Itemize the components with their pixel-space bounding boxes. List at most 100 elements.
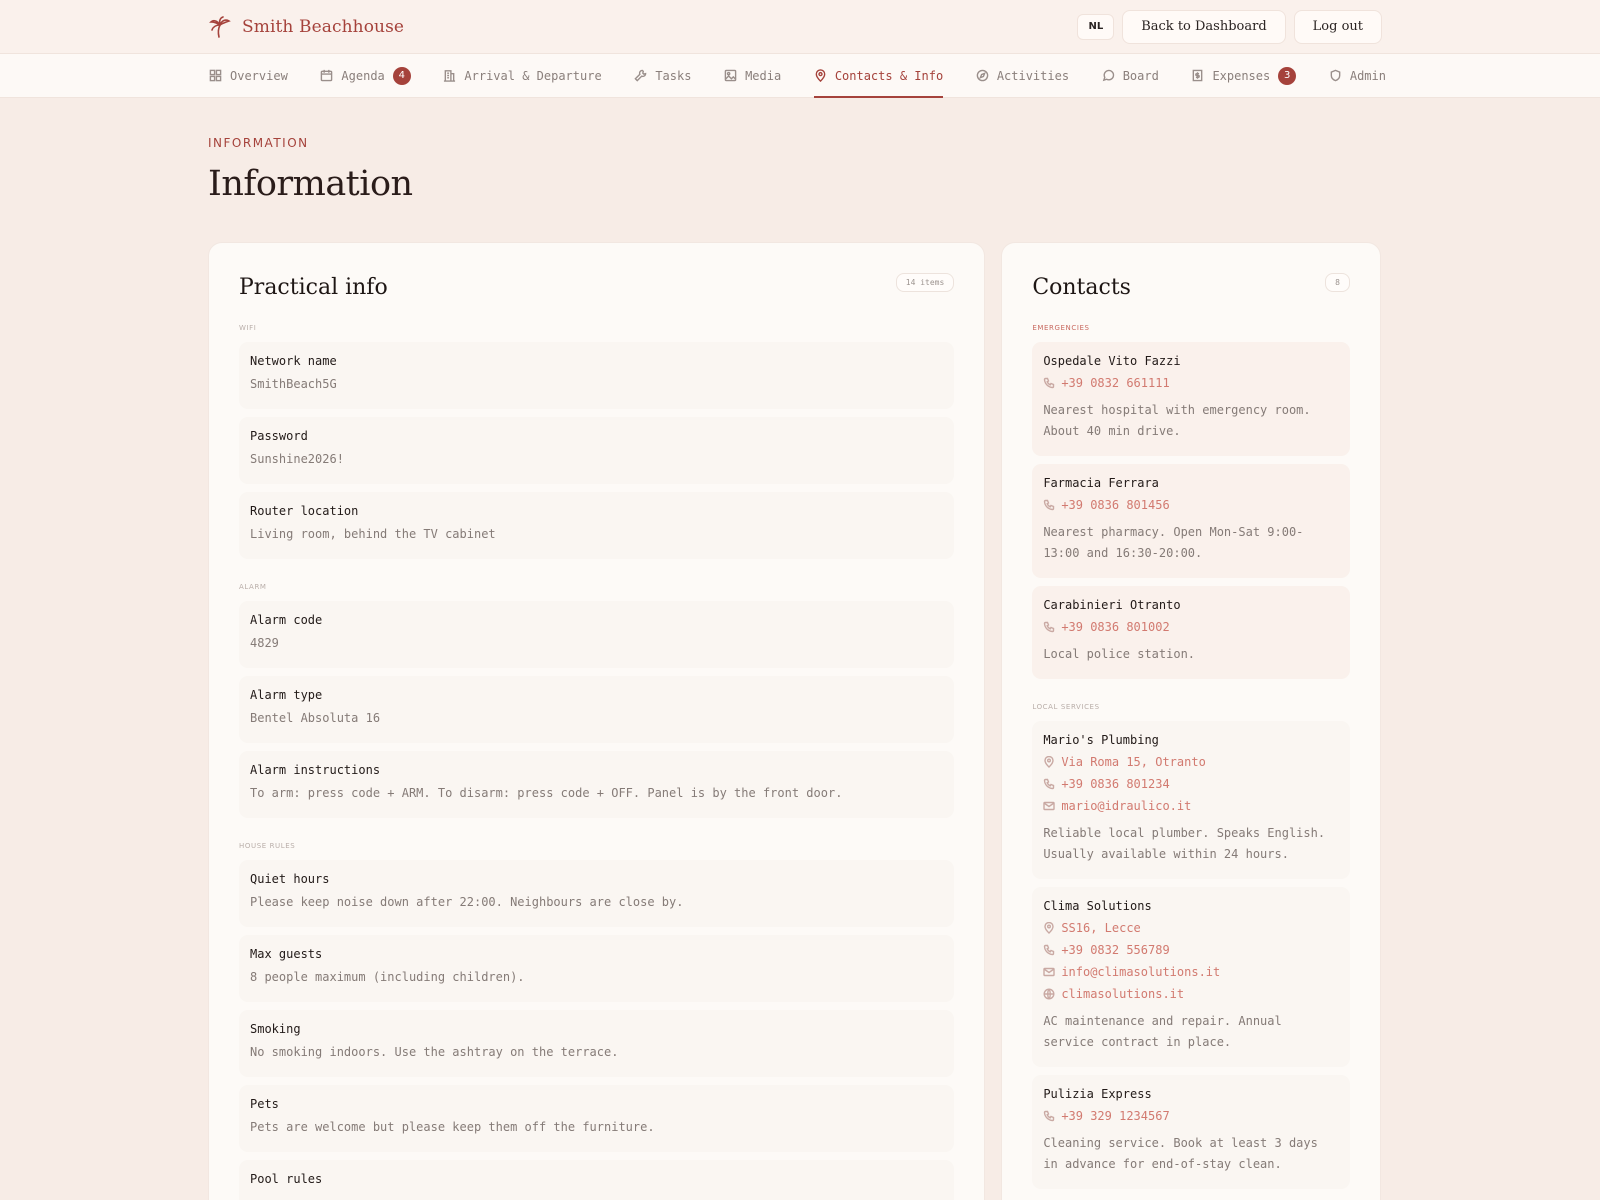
language-button[interactable]: NL — [1077, 13, 1115, 40]
contact-name: Farmacia Ferrara — [1043, 476, 1159, 490]
address-text: Via Roma 15, Otranto — [1061, 755, 1206, 769]
logout-button[interactable]: Log out — [1293, 9, 1382, 44]
contact-name: Clima Solutions — [1043, 899, 1152, 913]
contacts-card: Contacts 8 EMERGENCIES Ospedale Vito Faz… — [1001, 242, 1381, 1200]
expenses-badge: 3 — [1278, 66, 1297, 85]
info-label: Alarm type — [250, 688, 323, 702]
tab-label: Overview — [230, 68, 288, 83]
mail-icon — [1043, 967, 1056, 977]
contact-description: Nearest hospital with emergency room. Ab… — [1043, 403, 1311, 438]
globe-icon — [1043, 988, 1055, 1000]
contact-phone[interactable]: +39 0836 801002 — [1043, 620, 1339, 634]
contact-card: Ospedale Vito Fazzi +39 0832 661111 Near… — [1032, 342, 1350, 456]
tab-label: Contacts & Info — [834, 68, 944, 83]
info-value: 8 people maximum (including children). — [250, 970, 525, 984]
wrench-icon — [634, 69, 647, 82]
contact-address[interactable]: Via Roma 15, Otranto — [1043, 755, 1339, 769]
info-label: Password — [250, 429, 308, 443]
contact-website[interactable]: climasolutions.it — [1043, 987, 1339, 1001]
tab-label: Arrival & Departure — [464, 68, 602, 83]
contact-card: Farmacia Ferrara +39 0836 801456 Nearest… — [1032, 464, 1350, 578]
card-header: Contacts 8 — [1032, 273, 1350, 300]
contact-address[interactable]: SS16, Lecce — [1043, 921, 1339, 935]
info-label: Smoking — [250, 1022, 301, 1036]
calendar-icon — [321, 69, 333, 82]
tab-arrival-departure[interactable]: Arrival & Departure — [443, 54, 602, 98]
brand-name: Smith Beachhouse — [242, 16, 405, 37]
phone-icon — [1044, 778, 1055, 790]
contact-phone[interactable]: +39 0836 801234 — [1043, 777, 1339, 791]
tab-contacts-info[interactable]: Contacts & Info — [813, 54, 944, 98]
phone-number: +39 329 1234567 — [1061, 1109, 1170, 1123]
tab-activities[interactable]: Activities — [976, 54, 1069, 98]
info-item[interactable]: Router location Living room, behind the … — [239, 492, 955, 559]
contact-phone[interactable]: +39 0832 556789 — [1043, 943, 1339, 957]
info-item[interactable]: Pets Pets are welcome but please keep th… — [239, 1085, 955, 1152]
info-item[interactable]: Alarm code 4829 — [239, 601, 955, 668]
info-value: Please keep noise down after 22:00. Neig… — [250, 895, 684, 909]
info-label: Pool rules — [250, 1172, 323, 1186]
contact-email[interactable]: mario@idraulico.it — [1043, 799, 1339, 813]
phone-number: +39 0836 801234 — [1061, 777, 1170, 791]
info-label: Router location — [250, 504, 359, 518]
contact-card: Mario's Plumbing Via Roma 15, Otranto +3… — [1032, 721, 1350, 879]
page-head: INFORMATION Information — [0, 98, 1600, 204]
contact-phone[interactable]: +39 0836 801456 — [1043, 498, 1339, 512]
receipt-icon — [1193, 69, 1203, 82]
contact-email[interactable]: info@climasolutions.it — [1043, 965, 1339, 979]
contact-card: Carabinieri Otranto +39 0836 801002 Loca… — [1032, 586, 1350, 679]
info-item[interactable]: Pool rules — [239, 1160, 955, 1200]
contact-card: Clima Solutions SS16, Lecce +39 0832 556… — [1032, 887, 1350, 1067]
tab-expenses[interactable]: Expenses 3 — [1191, 54, 1297, 98]
shield-icon — [1330, 69, 1341, 82]
compass-icon — [976, 69, 989, 82]
info-label: Quiet hours — [250, 872, 330, 886]
info-item[interactable]: Password Sunshine2026! — [239, 417, 955, 484]
pin-icon — [815, 69, 826, 82]
info-value: Pets are welcome but please keep them of… — [250, 1120, 655, 1134]
tab-media[interactable]: Media — [724, 54, 781, 98]
agenda-badge: 4 — [392, 66, 411, 85]
page-eyebrow: INFORMATION — [208, 136, 309, 150]
tab-tasks[interactable]: Tasks — [634, 54, 691, 98]
content-columns: Practical info 14 items WIFI Network nam… — [0, 204, 1600, 1200]
info-label: Network name — [250, 354, 337, 368]
brand[interactable]: Smith Beachhouse — [208, 15, 404, 39]
section-label-wifi: WIFI — [239, 324, 257, 332]
phone-icon — [1044, 621, 1055, 633]
tab-label: Expenses — [1212, 68, 1271, 83]
tab-admin[interactable]: Admin — [1329, 54, 1386, 98]
email-text: mario@idraulico.it — [1061, 799, 1192, 813]
tab-overview[interactable]: Overview — [209, 54, 288, 98]
tab-label: Tasks — [655, 68, 692, 83]
contact-phone[interactable]: +39 0832 661111 — [1043, 376, 1339, 390]
practical-info-card: Practical info 14 items WIFI Network nam… — [208, 242, 986, 1200]
info-item[interactable]: Max guests 8 people maximum (including c… — [239, 935, 955, 1002]
back-to-dashboard-button[interactable]: Back to Dashboard — [1122, 9, 1286, 44]
contacts-title: Contacts — [1032, 275, 1131, 300]
contact-description: AC maintenance and repair. Annual servic… — [1043, 1014, 1282, 1049]
info-item[interactable]: Alarm type Bentel Absoluta 16 — [239, 676, 955, 743]
main-nav: Overview Agenda 4 Arrival & Departure Ta… — [0, 54, 1600, 98]
contact-phone[interactable]: +39 329 1234567 — [1043, 1109, 1339, 1123]
website-text: climasolutions.it — [1061, 987, 1185, 1001]
items-count-badge: 14 items — [895, 273, 955, 292]
phone-number: +39 0836 801456 — [1061, 498, 1170, 512]
contact-description: Cleaning service. Book at least 3 days i… — [1043, 1136, 1318, 1171]
mail-icon — [1043, 801, 1056, 811]
tab-label: Admin — [1349, 68, 1386, 83]
chat-icon — [1102, 69, 1114, 82]
header-actions: NL Back to Dashboard Log out — [1077, 9, 1382, 44]
tab-board[interactable]: Board — [1102, 54, 1159, 98]
info-item[interactable]: Network name SmithBeach5G — [239, 342, 955, 409]
email-text: info@climasolutions.it — [1061, 965, 1221, 979]
contact-name: Ospedale Vito Fazzi — [1043, 354, 1181, 368]
location-pin-icon — [1044, 922, 1055, 934]
tab-agenda[interactable]: Agenda 4 — [320, 54, 411, 98]
phone-number: +39 0832 556789 — [1061, 943, 1170, 957]
info-item[interactable]: Smoking No smoking indoors. Use the asht… — [239, 1010, 955, 1077]
section-label-alarm: ALARM — [239, 583, 267, 591]
info-item[interactable]: Alarm instructions To arm: press code + … — [239, 751, 955, 818]
info-item[interactable]: Quiet hours Please keep noise down after… — [239, 860, 955, 927]
phone-icon — [1044, 1110, 1055, 1122]
